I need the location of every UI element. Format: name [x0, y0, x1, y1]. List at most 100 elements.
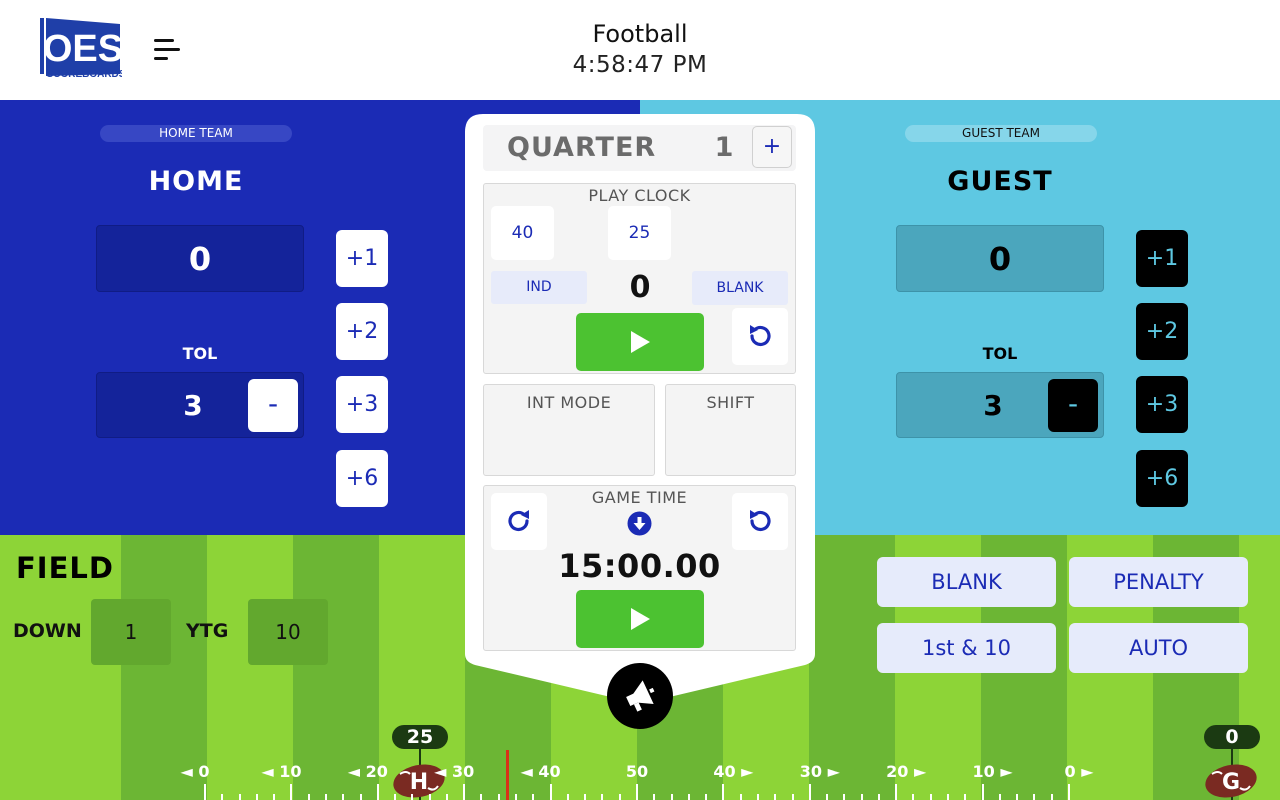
quarter-plus-button[interactable]: +: [752, 126, 792, 168]
guest-team-tag[interactable]: GUEST TEAM: [905, 125, 1097, 142]
yard-tick: [324, 794, 327, 800]
play-icon: [631, 608, 650, 630]
yard-tick: [860, 794, 863, 800]
game-time-redo-button[interactable]: [491, 493, 547, 550]
shift-label: SHIFT: [706, 393, 755, 412]
guest-score[interactable]: 0: [896, 225, 1104, 292]
home-score[interactable]: 0: [96, 225, 304, 292]
guest-tol-value[interactable]: 3: [965, 373, 1021, 439]
yard-tick: [877, 794, 880, 800]
home-plus-3-button[interactable]: +3: [336, 376, 388, 433]
yard-label: 10 ►: [972, 762, 1013, 781]
home-team-tag[interactable]: HOME TEAM: [100, 125, 292, 142]
home-team-name[interactable]: HOME: [96, 166, 296, 197]
play-clock-start-button[interactable]: [576, 313, 704, 371]
reset-icon: [750, 510, 771, 531]
yard-tick: [584, 794, 587, 800]
play-clock-value[interactable]: 0: [600, 270, 680, 305]
play-clock-ind-button[interactable]: IND: [491, 271, 587, 304]
guest-tol-minus-button[interactable]: -: [1048, 379, 1098, 432]
play-clock-25-button[interactable]: 25: [608, 206, 671, 260]
yard-tick: [929, 794, 932, 800]
down-value[interactable]: 1: [91, 599, 171, 665]
yard-tick: [497, 794, 500, 800]
yard-tick: [307, 794, 310, 800]
svg-text:G: G: [1222, 770, 1240, 795]
guest-plus-1-button[interactable]: +1: [1136, 230, 1188, 287]
yard-label: 30 ►: [799, 762, 840, 781]
yard-tick: [238, 794, 241, 800]
play-clock-title: PLAY CLOCK: [588, 186, 691, 205]
yard-tick: [618, 794, 621, 800]
yard-tick: [981, 784, 984, 800]
yard-label: ◄ 30: [434, 762, 475, 781]
game-time-start-button[interactable]: [576, 590, 704, 648]
play-clock-blank-button[interactable]: BLANK: [692, 271, 788, 305]
ytg-label: YTG: [186, 620, 229, 642]
home-plus-6-button[interactable]: +6: [336, 450, 388, 507]
yard-tick: [998, 794, 1001, 800]
ytg-value[interactable]: 10: [248, 599, 328, 665]
yard-tick: [463, 784, 466, 800]
yard-tick: [1033, 794, 1036, 800]
guest-plus-2-button[interactable]: +2: [1136, 303, 1188, 360]
reset-icon: [750, 325, 771, 346]
yard-tick: [808, 784, 811, 800]
svg-text:H: H: [410, 770, 428, 795]
yard-tick: [273, 794, 276, 800]
yard-tick: [394, 794, 397, 800]
blank-button[interactable]: BLANK: [877, 557, 1056, 607]
yard-tick: [221, 794, 224, 800]
yard-tick: [826, 794, 829, 800]
arrow-down-circle-icon[interactable]: [627, 511, 652, 536]
home-plus-2-button[interactable]: +2: [336, 303, 388, 360]
yard-tick: [636, 784, 638, 800]
sport-title: Football: [592, 20, 688, 48]
yard-tick: [670, 794, 673, 800]
home-tol-minus-button[interactable]: -: [248, 379, 298, 432]
yard-tick: [1050, 794, 1053, 800]
guest-team-name[interactable]: GUEST: [900, 166, 1100, 197]
play-clock-40-button[interactable]: 40: [491, 206, 554, 260]
yard-label: ◄ 10: [261, 762, 302, 781]
home-plus-1-button[interactable]: +1: [336, 230, 388, 287]
yard-tick: [204, 784, 206, 800]
megaphone-icon: [626, 680, 655, 712]
yard-tick: [428, 794, 431, 800]
guest-ball-position: 0: [1204, 725, 1260, 749]
yard-label: 20 ►: [886, 762, 927, 781]
yard-tick: [566, 794, 569, 800]
yard-tick: [912, 794, 915, 800]
first-and-ten-button[interactable]: 1st & 10: [877, 623, 1056, 673]
yard-label: ◄ 20: [347, 762, 388, 781]
guest-tol-label: TOL: [982, 344, 1018, 363]
yard-tick: [480, 794, 483, 800]
guest-tol-box: 3 -: [896, 372, 1104, 438]
auto-button[interactable]: AUTO: [1069, 623, 1248, 673]
home-tol-value[interactable]: 3: [165, 373, 221, 439]
penalty-button[interactable]: PENALTY: [1069, 557, 1248, 607]
yard-tick: [376, 784, 379, 800]
announce-button[interactable]: [607, 663, 673, 729]
play-icon: [631, 331, 650, 353]
quarter-value[interactable]: 1: [708, 132, 740, 163]
yard-tick: [1016, 794, 1019, 800]
yard-label: 50: [625, 762, 649, 781]
yard-label: 0 ►: [1064, 762, 1094, 781]
game-time-value[interactable]: 15:00.00: [483, 547, 796, 585]
home-ball-position: 25: [392, 725, 448, 749]
guest-football-icon[interactable]: G: [1204, 762, 1258, 800]
home-tol-label: TOL: [182, 344, 218, 363]
yard-tick: [1068, 784, 1070, 800]
play-clock-reset-button[interactable]: [732, 308, 788, 365]
yard-tick: [947, 794, 950, 800]
yard-tick: [290, 784, 293, 800]
yard-tick: [705, 794, 708, 800]
guest-plus-6-button[interactable]: +6: [1136, 450, 1188, 507]
game-time-reset-button[interactable]: [732, 493, 788, 550]
yard-label: ◄ 40: [520, 762, 561, 781]
yard-tick: [964, 794, 967, 800]
yard-tick: [653, 794, 656, 800]
app-header: OES SCOREBOARDS Football 4:58:47 PM: [0, 0, 1280, 100]
guest-plus-3-button[interactable]: +3: [1136, 376, 1188, 433]
